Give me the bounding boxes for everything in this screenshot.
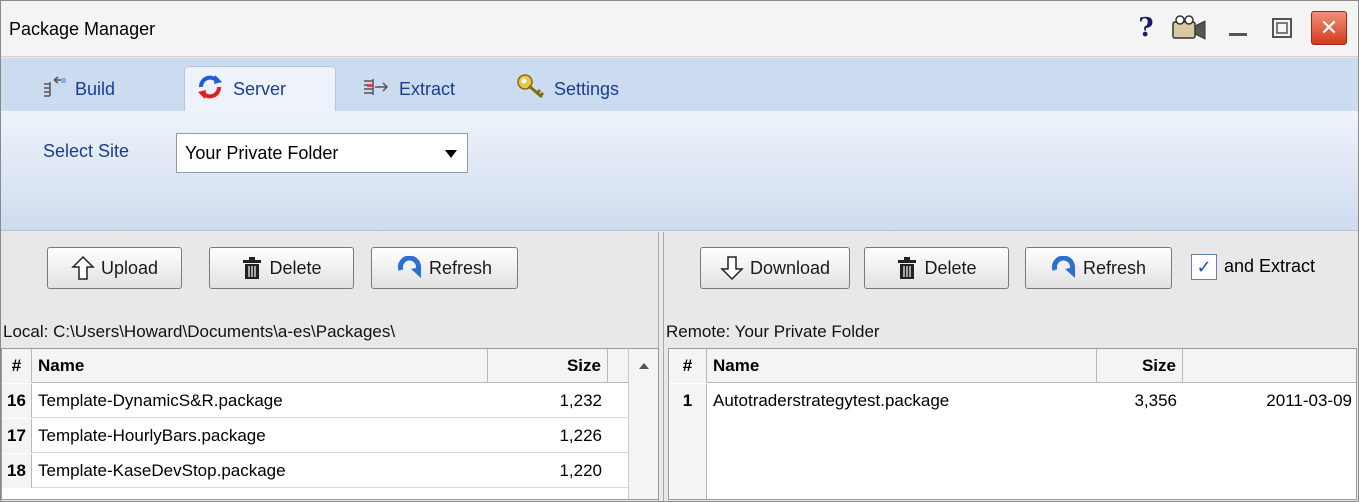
extract-icon xyxy=(361,76,391,103)
upload-button-label: Upload xyxy=(100,257,159,278)
extract-checkbox[interactable]: ✓ xyxy=(1191,254,1217,280)
local-file-table: # Name Size 16 Template-DynamicS&R.packa… xyxy=(1,348,659,500)
remote-col-name[interactable]: Name xyxy=(707,349,1097,383)
local-pane: Upload Delete Refresh Local: C:\Users\Ho… xyxy=(1,232,659,501)
tab-server[interactable]: Server xyxy=(184,66,336,112)
remote-delete-button[interactable]: Delete xyxy=(864,247,1009,289)
key-icon xyxy=(516,73,546,106)
remote-file-table: # Name Size 1 Autotraderstrategytest.pac… xyxy=(668,348,1357,500)
trash-icon xyxy=(241,255,263,281)
local-refresh-button[interactable]: Refresh xyxy=(371,247,518,289)
row-num: 18 xyxy=(2,454,32,488)
row-name: Template-HourlyBars.package xyxy=(38,426,266,445)
download-button-label: Download xyxy=(749,257,831,278)
tab-extract-label: Extract xyxy=(399,79,456,99)
local-col-name[interactable]: Name xyxy=(32,349,488,383)
refresh-icon xyxy=(397,256,423,280)
trash-icon xyxy=(896,255,918,281)
build-icon xyxy=(41,76,67,103)
remote-table-header: # Name Size xyxy=(669,349,1356,383)
table-row[interactable]: 17 Template-HourlyBars.package 1,226 xyxy=(2,419,630,453)
remote-refresh-label: Refresh xyxy=(1082,257,1147,278)
select-site-label: Select Site xyxy=(43,141,130,161)
close-button[interactable]: ✕ xyxy=(1311,11,1347,45)
refresh-icon xyxy=(1051,256,1077,280)
scroll-up-arrow-icon[interactable] xyxy=(639,363,649,369)
extract-checkbox-label[interactable]: and Extract xyxy=(1224,256,1315,277)
row-num: 17 xyxy=(2,419,32,453)
row-name: Template-KaseDevStop.package xyxy=(38,461,286,480)
row-size: 3,356 xyxy=(1134,391,1177,410)
remote-path: Remote: Your Private Folder xyxy=(666,322,880,341)
row-num: 1 xyxy=(669,384,707,418)
table-row[interactable]: 1 Autotraderstrategytest.package 3,356 2… xyxy=(669,384,1356,418)
tab-settings-label: Settings xyxy=(554,79,620,99)
local-scrollbar[interactable] xyxy=(628,349,658,499)
row-size: 1,226 xyxy=(559,426,602,445)
remote-col-size[interactable]: Size xyxy=(1097,349,1183,383)
dropdown-arrow-icon xyxy=(445,150,457,158)
row-date: 2011-03-09 xyxy=(1266,391,1352,410)
site-panel: Select Site Your Private Folder xyxy=(1,111,1358,231)
remote-pane: Download Delete Refresh ✓ and Extract Re… xyxy=(663,232,1358,501)
tab-build[interactable]: Build xyxy=(31,68,161,111)
remote-col-num[interactable]: # xyxy=(669,349,707,383)
download-button[interactable]: Download xyxy=(700,247,850,289)
local-col-extra xyxy=(608,349,630,383)
tab-settings[interactable]: Settings xyxy=(506,68,666,111)
remote-delete-label: Delete xyxy=(924,257,977,278)
tab-strip: Build Server Extract Settings xyxy=(1,58,1358,112)
sync-icon xyxy=(195,72,225,107)
table-row[interactable]: 16 Template-DynamicS&R.package 1,232 xyxy=(2,384,630,418)
row-number-gutter xyxy=(669,418,707,499)
local-delete-button[interactable]: Delete xyxy=(209,247,354,289)
download-arrow-icon xyxy=(720,255,744,281)
tab-build-label: Build xyxy=(75,79,116,99)
maximize-button[interactable] xyxy=(1267,13,1297,43)
row-name: Autotraderstrategytest.package xyxy=(713,391,950,410)
row-size: 1,232 xyxy=(559,391,602,410)
minimize-button[interactable] xyxy=(1223,13,1253,43)
local-delete-label: Delete xyxy=(269,257,322,278)
upload-button[interactable]: Upload xyxy=(47,247,182,289)
site-dropdown-value: Your Private Folder xyxy=(185,142,339,163)
row-name: Template-DynamicS&R.package xyxy=(38,391,283,410)
tab-server-label: Server xyxy=(233,79,287,99)
row-num: 16 xyxy=(2,384,32,418)
camera-icon[interactable] xyxy=(1169,13,1209,43)
upload-arrow-icon xyxy=(71,255,95,281)
site-dropdown[interactable]: Your Private Folder xyxy=(176,133,468,173)
local-table-header: # Name Size xyxy=(2,349,630,383)
title-bar: Package Manager ? ✕ xyxy=(1,1,1358,57)
local-col-num[interactable]: # xyxy=(2,349,32,383)
remote-refresh-button[interactable]: Refresh xyxy=(1025,247,1172,289)
package-manager-window: Package Manager ? ✕ Build Server Extract… xyxy=(0,0,1359,502)
local-col-size[interactable]: Size xyxy=(488,349,608,383)
table-row[interactable]: 18 Template-KaseDevStop.package 1,220 xyxy=(2,454,630,488)
remote-col-date xyxy=(1183,349,1356,383)
tab-extract[interactable]: Extract xyxy=(351,68,491,111)
window-title: Package Manager xyxy=(9,19,156,39)
help-button[interactable]: ? xyxy=(1135,13,1157,43)
row-size: 1,220 xyxy=(559,461,602,480)
local-refresh-label: Refresh xyxy=(428,257,493,278)
local-path: Local: C:\Users\Howard\Documents\a-es\Pa… xyxy=(3,322,396,341)
